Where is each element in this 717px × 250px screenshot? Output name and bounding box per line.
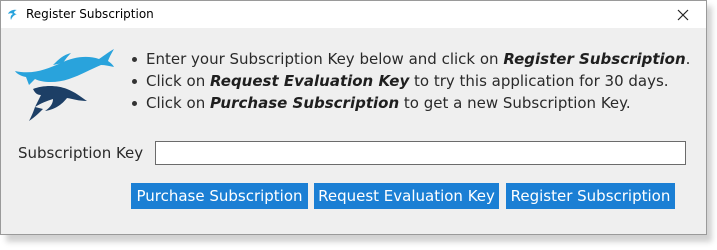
- subscription-key-label: Subscription Key: [18, 144, 144, 162]
- window-title: Register Subscription: [26, 7, 154, 21]
- instruction-text: Enter your Subscription Key below and cl…: [146, 50, 504, 68]
- instruction-list: Enter your Subscription Key below and cl…: [131, 48, 691, 114]
- register-subscription-button[interactable]: Register Subscription: [506, 183, 675, 209]
- instruction-item: Enter your Subscription Key below and cl…: [131, 48, 691, 70]
- title-bar: Register Subscription: [1, 1, 706, 28]
- instruction-text: Click on: [146, 72, 210, 90]
- instruction-item: Click on Purchase Subscription to get a …: [131, 92, 690, 114]
- close-button[interactable]: [660, 1, 706, 28]
- instruction-text: Click on: [146, 94, 210, 112]
- marlin-logo-icon: [15, 49, 114, 121]
- purchase-subscription-button[interactable]: Purchase Subscription: [131, 183, 308, 209]
- instruction-emphasis: Register Subscription: [503, 50, 686, 68]
- instruction-item: Click on Request Evaluation Key to try t…: [131, 70, 690, 92]
- instruction-text: to try this application for 30 days.: [409, 72, 669, 90]
- instruction-text: .: [685, 50, 691, 68]
- close-icon: [677, 9, 689, 20]
- request-evaluation-key-button[interactable]: Request Evaluation Key: [314, 183, 499, 209]
- instruction-text: to get a new Subscription Key.: [399, 94, 631, 112]
- instruction-emphasis: Purchase Subscription: [209, 94, 400, 112]
- subscription-key-input[interactable]: [155, 141, 686, 165]
- app-icon: [8, 9, 17, 20]
- instruction-emphasis: Request Evaluation Key: [209, 72, 410, 90]
- register-subscription-dialog: Register Subscription Enter your Subscri…: [0, 0, 707, 235]
